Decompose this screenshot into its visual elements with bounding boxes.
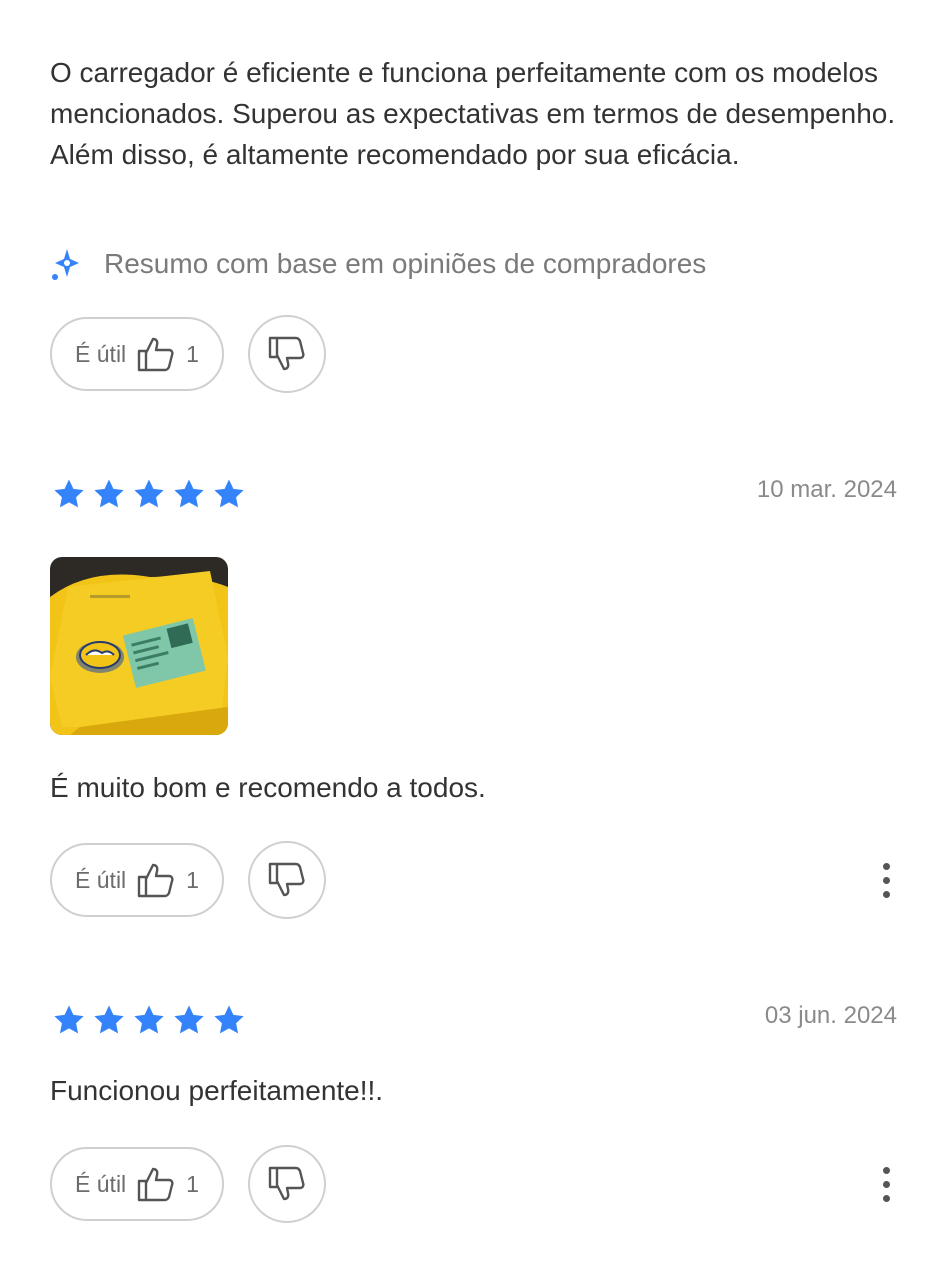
- review-text: É muito bom e recomendo a todos.: [50, 772, 486, 803]
- review-photo[interactable]: [50, 557, 228, 735]
- useful-count: 1: [186, 866, 199, 893]
- rating-stars: [52, 477, 246, 511]
- star-icon: [92, 477, 126, 511]
- more-options-icon[interactable]: [866, 855, 906, 905]
- review-summary-text: O carregador é eficiente e funciona perf…: [50, 57, 896, 170]
- useful-label: É útil: [75, 340, 127, 367]
- useful-count: 1: [186, 340, 199, 367]
- not-useful-button[interactable]: [248, 315, 326, 393]
- useful-button[interactable]: É útil 1: [50, 843, 224, 917]
- thumbs-up-icon: [136, 1164, 176, 1204]
- thumbs-down-icon: [267, 334, 307, 374]
- review-text: Funcionou perfeitamente!!.: [50, 1075, 384, 1106]
- useful-label: É útil: [75, 1170, 127, 1197]
- more-options-icon[interactable]: [866, 1159, 906, 1209]
- not-useful-button[interactable]: [248, 841, 326, 919]
- review-date: 10 mar. 2024: [756, 476, 897, 503]
- star-icon: [212, 477, 246, 511]
- useful-button[interactable]: É útil 1: [50, 317, 224, 391]
- thumbs-down-icon: [267, 1164, 307, 1204]
- not-useful-button[interactable]: [248, 1145, 326, 1223]
- star-icon: [172, 1003, 206, 1037]
- sparkle-icon: [50, 247, 80, 281]
- useful-count: 1: [186, 1170, 199, 1197]
- ai-summary-note: Resumo com base em opiniões de comprador…: [50, 244, 706, 284]
- rating-stars: [52, 1003, 246, 1037]
- thumbs-up-icon: [136, 860, 176, 900]
- useful-button[interactable]: É útil 1: [50, 1147, 224, 1221]
- star-icon: [172, 477, 206, 511]
- useful-label: É útil: [75, 866, 127, 893]
- star-icon: [132, 477, 166, 511]
- star-icon: [52, 1003, 86, 1037]
- star-icon: [132, 1003, 166, 1037]
- review-date: 03 jun. 2024: [764, 1002, 897, 1029]
- thumbs-up-icon: [136, 334, 176, 374]
- star-icon: [92, 1003, 126, 1037]
- ai-summary-label: Resumo com base em opiniões de comprador…: [104, 248, 707, 279]
- star-icon: [212, 1003, 246, 1037]
- thumbs-down-icon: [267, 860, 307, 900]
- star-icon: [52, 477, 86, 511]
